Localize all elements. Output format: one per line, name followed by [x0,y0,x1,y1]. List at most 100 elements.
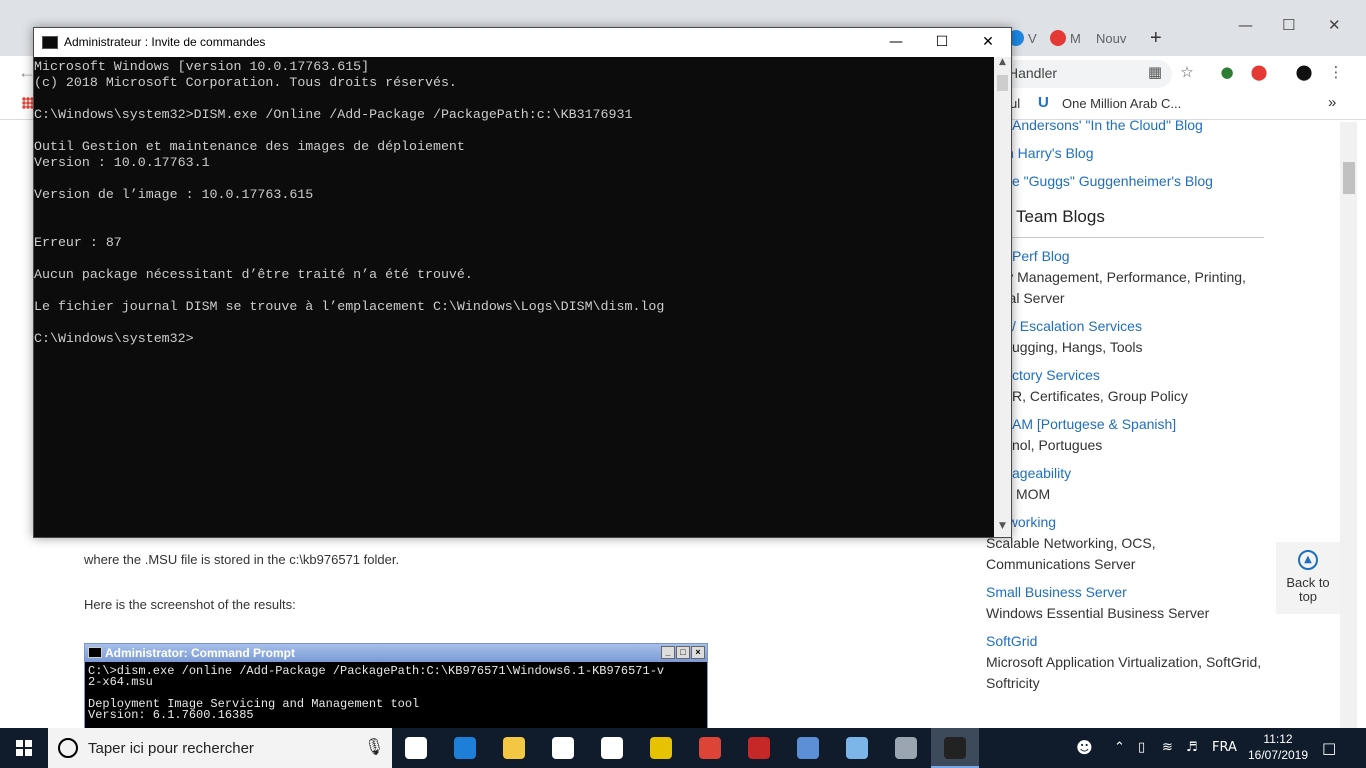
browser-tab-2[interactable]: M [1050,26,1081,50]
browser-close-button[interactable]: ✕ [1328,16,1341,34]
cmd-title: Administrateur : Invite de commandes [64,35,266,49]
console-line: Le fichier journal DISM se trouve à l’em… [34,299,665,314]
taskbar-app-control-panel[interactable] [833,728,881,768]
sidebar-team-link[interactable]: / Escalation Services [986,316,1276,337]
taskbar-app-pdf[interactable] [637,728,685,768]
sidebar-blog-link[interactable]: e "Guggs" Guggenheimer's Blog [986,171,1276,192]
taskbar-app-file-explorer[interactable] [490,728,538,768]
page-scrollbar[interactable] [1340,122,1357,728]
qbittorrent-icon [797,737,819,759]
team-blogs-heading: Team Blogs [1016,207,1105,226]
taskbar-app-edge[interactable] [441,728,489,768]
opera-extension-icon[interactable]: ⬤ [1249,63,1269,83]
bookmark-logo-icon: U [1038,94,1049,111]
article-body: where the .MSU file is stored in the c:\… [84,552,399,642]
divider [986,237,1264,238]
sidebar-team-link[interactable]: ctory Services [986,365,1276,386]
taskbar-app-mail[interactable] [588,728,636,768]
chevron-up-icon[interactable]: ⌃ [1114,728,1125,768]
cmd-maximize-button[interactable]: ☐ [919,31,965,55]
screenshot-line: C:\>dism.exe /online /Add-Package /Packa… [88,664,665,678]
cmd-close-button[interactable]: ✕ [965,31,1011,55]
page-scrollbar-thumb[interactable] [1343,162,1355,194]
language-indicator[interactable]: FRA [1212,728,1237,768]
arrow-up-icon: ▲ [1298,550,1318,570]
back-to-top-label: Back to top [1286,575,1330,604]
menu-kebab-icon[interactable]: ⋮ [1326,63,1346,83]
console-line: Version : 10.0.17763.1 [34,155,210,170]
microphone-icon[interactable]: 🎙 [364,737,384,756]
clock[interactable]: 11:12 16/07/2019 [1247,731,1309,763]
cmd-minimize-button[interactable]: — [873,31,919,55]
console-line: Version de l’image : 10.0.17763.615 [34,187,314,202]
security-app-icon [748,737,770,759]
back-to-top-button[interactable]: ▲ Back to top [1276,542,1340,614]
screenshot-line: Version: 6.1.7600.16385 [88,708,254,722]
cmd-window[interactable]: Administrateur : Invite de commandes — ☐… [33,27,1012,538]
browser-maximize-button[interactable]: ☐ [1282,16,1295,34]
taskbar-app-task-view[interactable] [392,728,440,768]
sidebar-team-link[interactable]: ageability [986,463,1276,484]
pdf-icon [650,737,672,759]
cmd-icon [88,647,102,658]
browser-tab-3[interactable]: Nouv [1096,26,1126,50]
sidebar-team-link[interactable]: Perf Blog [986,246,1276,267]
sidebar-team-link[interactable]: AM [Portugese & Spanish] [986,414,1276,435]
wifi-icon[interactable]: ≋ [1162,728,1173,768]
start-button[interactable] [0,728,48,768]
sidebar-team-link[interactable]: Networking [986,512,1276,533]
browser-minimize-button[interactable]: — [1238,16,1253,34]
taskbar-app-cmd[interactable] [931,728,979,768]
bookmark-star-icon[interactable]: ☆ [1177,63,1197,83]
bookmarks-overflow-button[interactable]: » [1328,94,1336,111]
taskbar-app-tool-app[interactable] [882,728,930,768]
tab-label: Nouv [1096,30,1127,46]
console-line: Erreur : 87 [34,235,122,250]
people-icon[interactable]: ☻ [1076,728,1093,768]
profile-avatar[interactable]: ⬤ [1294,63,1314,83]
close-icon: × [691,646,705,659]
translate-icon[interactable]: ▦ [1145,63,1165,83]
taskbar-app-store[interactable] [539,728,587,768]
taskbar-search[interactable]: Taper ici pour rechercher 🎙 [48,728,392,768]
screenshot-line: 2-x64.msu [88,675,153,689]
sidebar-team-link[interactable]: SoftGrid [986,631,1276,652]
new-tab-button[interactable]: + [1150,26,1162,50]
taskbar-app-security-app[interactable] [735,728,783,768]
bookmark-item[interactable]: One Million Arab C... [1062,96,1181,111]
cortana-icon [58,738,78,758]
sidebar-team-desc: nol, Portugues [1012,437,1103,453]
sidebar-blog-link[interactable]: n Harry's Blog [986,143,1276,164]
cmd-scrollbar[interactable]: ▲ ▼ [994,57,1011,537]
sidebar-team-desc: hory Management, Performance, Printing, … [986,269,1246,306]
notification-icon[interactable]: □ [1322,728,1336,768]
taskbar-app-chrome[interactable] [686,728,734,768]
browser-tab-1[interactable]: V [1008,26,1037,50]
scroll-up-icon[interactable]: ▲ [994,57,1011,73]
chrome-icon [699,737,721,759]
cmd-console[interactable]: Microsoft Windows [version 10.0.17763.61… [34,57,994,537]
sidebar-blog-link[interactable]: Andersons' "In the Cloud" Blog [986,115,1276,136]
battery-icon[interactable]: ▯ [1138,728,1145,768]
article-screenshot: Administrator: Command Prompt _ □ × C:\>… [84,643,708,729]
extension-download-icon[interactable]: ● [1217,63,1237,83]
maximize-icon: □ [676,646,690,659]
scroll-down-icon[interactable]: ▼ [994,521,1011,537]
windows-logo-icon [16,740,32,756]
taskbar-app-qbittorrent[interactable] [784,728,832,768]
sidebar-team-link[interactable]: Small Business Server [986,582,1276,603]
file-explorer-icon [503,737,525,759]
cmd-icon [42,36,58,49]
minimize-icon: _ [661,646,675,659]
article-paragraph: Here is the screenshot of the results: [84,597,296,612]
cmd-icon [944,737,966,759]
console-line: Outil Gestion et maintenance des images … [34,139,465,154]
screenshot-titlebar: Administrator: Command Prompt _ □ × [85,644,707,662]
volume-icon[interactable]: ♬ [1186,728,1198,768]
cmd-titlebar[interactable]: Administrateur : Invite de commandes — ☐… [34,28,1011,57]
cmd-scrollbar-thumb[interactable] [997,75,1008,91]
